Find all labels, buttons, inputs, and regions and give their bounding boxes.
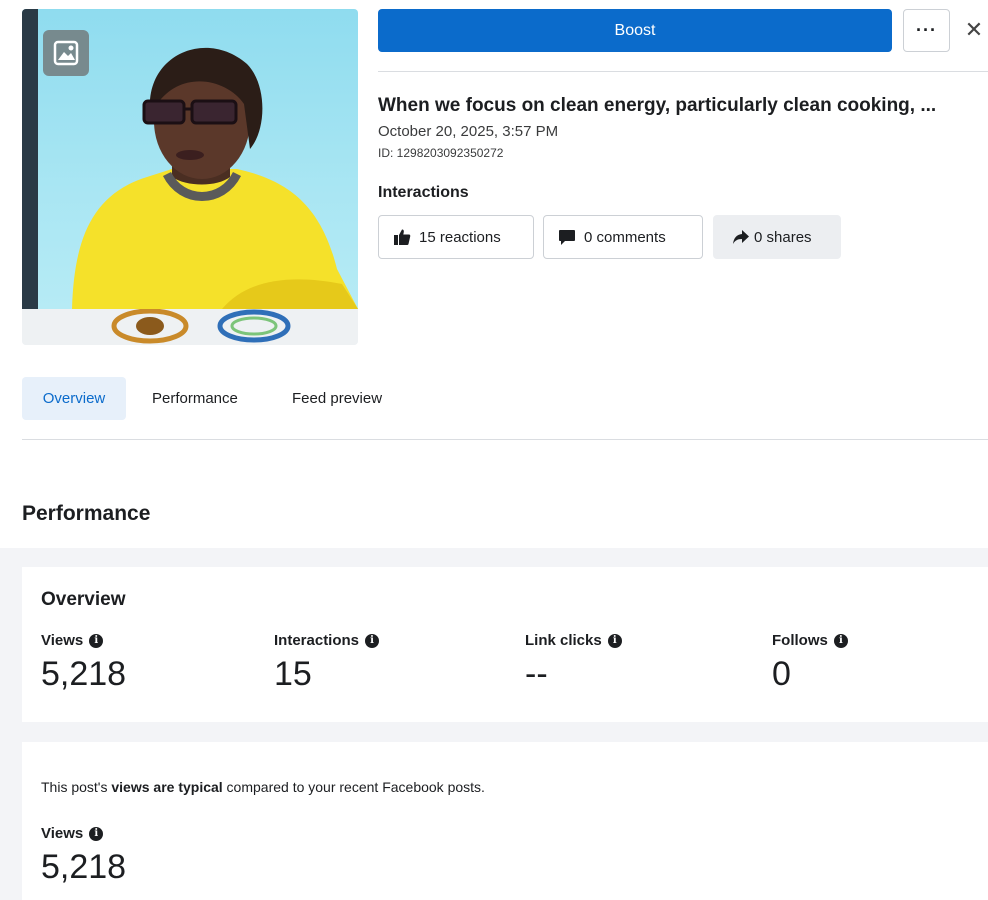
tabs-divider bbox=[22, 439, 988, 440]
post-date: October 20, 2025, 3:57 PM bbox=[378, 123, 559, 140]
metric-label: Follows bbox=[772, 632, 828, 649]
close-button[interactable]: ✕ bbox=[962, 17, 986, 42]
sentence-prefix: This post's bbox=[41, 779, 112, 795]
boost-button[interactable]: Boost bbox=[378, 9, 892, 52]
info-icon[interactable]: i bbox=[89, 826, 104, 841]
metric-value: 15 bbox=[274, 655, 312, 693]
info-icon[interactable]: i bbox=[89, 633, 104, 648]
metric-interactions: Interactions i 15 bbox=[274, 632, 380, 694]
share-arrow-icon bbox=[733, 230, 749, 244]
metric-label: Link clicks bbox=[525, 632, 602, 649]
tab-performance[interactable]: Performance bbox=[152, 377, 238, 420]
comment-icon bbox=[559, 230, 575, 245]
header-divider bbox=[378, 71, 988, 72]
metric-label: Views bbox=[41, 825, 84, 842]
interactions-heading: Interactions bbox=[378, 184, 469, 201]
metric-value: 0 bbox=[772, 655, 791, 693]
shares-chip[interactable]: 0 shares bbox=[713, 215, 841, 259]
reactions-chip[interactable]: 15 reactions bbox=[378, 215, 534, 259]
comments-chip[interactable]: 0 comments bbox=[543, 215, 703, 259]
info-icon[interactable]: i bbox=[365, 633, 380, 648]
post-id: ID: 1298203092350272 bbox=[378, 146, 504, 160]
thumbnail-logo-strip bbox=[22, 308, 358, 345]
post-title: When we focus on clean energy, particula… bbox=[378, 95, 937, 116]
metric-follows: Follows i 0 bbox=[772, 632, 848, 694]
info-icon[interactable]: i bbox=[833, 633, 848, 648]
metric-value: -- bbox=[525, 655, 548, 693]
overview-card: Overview Views i 5,218 Interactions i 15 L… bbox=[22, 567, 988, 722]
more-icon: ··· bbox=[916, 20, 937, 40]
tab-feed-preview[interactable]: Feed preview bbox=[292, 377, 382, 420]
metric-views-detail: Views i 5,218 bbox=[41, 825, 126, 887]
metric-label: Views bbox=[41, 632, 84, 649]
more-options-button[interactable]: ··· bbox=[903, 9, 950, 52]
comments-count: 0 comments bbox=[584, 228, 666, 246]
views-comparison-card: This post's views are typical compared t… bbox=[22, 742, 988, 900]
views-comparison-text: This post's views are typical compared t… bbox=[41, 779, 485, 795]
info-icon[interactable]: i bbox=[607, 633, 622, 648]
close-icon: ✕ bbox=[964, 17, 984, 42]
post-thumbnail[interactable] bbox=[22, 9, 358, 345]
metric-link-clicks: Link clicks i -- bbox=[525, 632, 622, 694]
performance-section-title: Performance bbox=[22, 502, 151, 525]
thumbs-up-icon bbox=[394, 229, 411, 245]
image-type-badge bbox=[43, 30, 89, 76]
metric-label: Interactions bbox=[274, 632, 360, 649]
shares-count: 0 shares bbox=[754, 228, 812, 246]
reactions-count: 15 reactions bbox=[419, 228, 501, 246]
sentence-bold: views are typical bbox=[111, 779, 223, 795]
sentence-suffix: compared to your recent Facebook posts. bbox=[222, 779, 485, 795]
image-icon bbox=[53, 40, 79, 66]
metric-views: Views i 5,218 bbox=[41, 632, 126, 694]
metric-value: 5,218 bbox=[41, 655, 127, 693]
metric-value: 5,218 bbox=[41, 848, 127, 886]
logos bbox=[111, 308, 291, 344]
tab-overview[interactable]: Overview bbox=[22, 377, 126, 420]
overview-card-title: Overview bbox=[41, 589, 126, 610]
